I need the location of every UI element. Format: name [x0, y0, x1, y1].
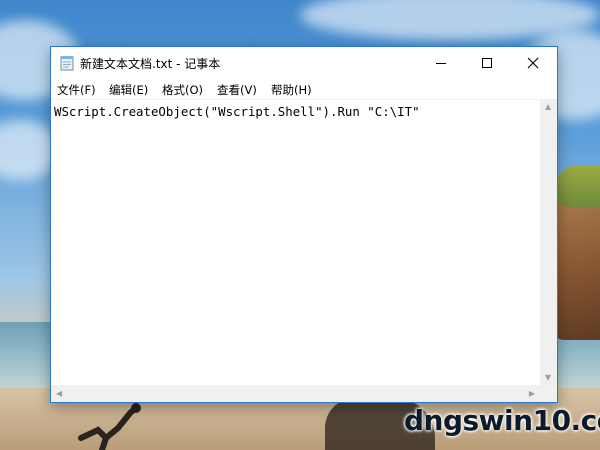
menu-view[interactable]: 查看(V) — [217, 82, 257, 98]
vertical-scrollbar[interactable]: ▲ ▼ — [540, 99, 557, 385]
scroll-right-icon[interactable]: ▶ — [529, 389, 535, 398]
maximize-icon — [482, 58, 492, 68]
rock-moss — [556, 165, 600, 207]
minimize-button[interactable] — [418, 47, 464, 79]
title-bar[interactable]: 新建文本文档.txt - 记事本 — [51, 47, 557, 79]
menu-bar: 文件(F) 编辑(E) 格式(O) 查看(V) 帮助(H) — [51, 79, 557, 99]
text-editor[interactable]: WScript.CreateObject("Wscript.Shell").Ru… — [51, 99, 540, 385]
minimize-icon — [436, 63, 446, 64]
menu-help[interactable]: 帮助(H) — [271, 82, 312, 98]
maximize-button[interactable] — [464, 47, 510, 79]
menu-format[interactable]: 格式(O) — [162, 82, 203, 98]
window-title: 新建文本文档.txt - 记事本 — [80, 57, 221, 71]
horizontal-scrollbar[interactable]: ◀ ▶ — [51, 385, 540, 402]
scroll-down-icon[interactable]: ▼ — [545, 373, 551, 382]
site-watermark: dngswin10.com — [400, 402, 600, 448]
scrollbar-corner — [540, 385, 557, 402]
desktop-background: 新建文本文档.txt - 记事本 文件(F) 编辑(E) 格式(O) 查看(V)… — [0, 0, 600, 450]
editor-content: WScript.CreateObject("Wscript.Shell").Ru… — [54, 104, 420, 119]
scroll-up-icon[interactable]: ▲ — [545, 102, 551, 111]
menu-edit[interactable]: 编辑(E) — [109, 82, 148, 98]
notepad-window: 新建文本文档.txt - 记事本 文件(F) 编辑(E) 格式(O) 查看(V)… — [50, 46, 558, 403]
close-button[interactable] — [510, 47, 556, 79]
jumping-person — [78, 403, 141, 450]
notepad-icon — [60, 56, 74, 71]
close-icon — [527, 57, 539, 69]
scroll-left-icon[interactable]: ◀ — [56, 389, 62, 398]
watermark-text: dngswin10.com — [404, 404, 600, 437]
menu-file[interactable]: 文件(F) — [57, 82, 96, 98]
